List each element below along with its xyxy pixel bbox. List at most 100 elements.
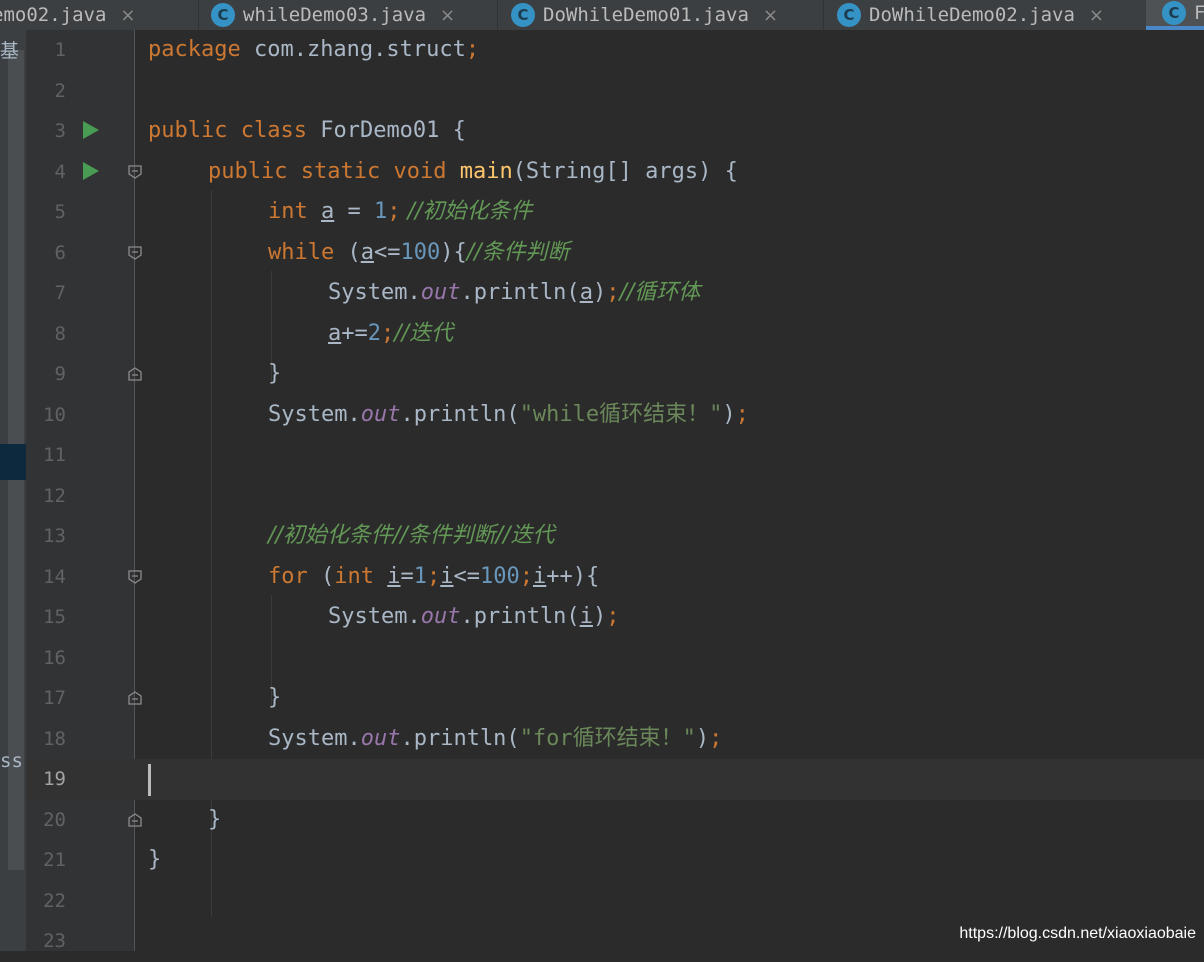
code-line[interactable]: 11 <box>26 435 1204 476</box>
semicolon: ; <box>709 725 723 751</box>
keyword: int <box>334 563 374 589</box>
code-text: } <box>268 361 282 386</box>
tab-demo02[interactable]: emo02.java × <box>0 0 135 30</box>
code-line[interactable]: 22 <box>26 881 1204 922</box>
line-number: 15 <box>43 606 66 628</box>
semicolon: ; <box>606 280 620 305</box>
project-tree-fragment: ss <box>0 750 23 772</box>
code-line[interactable]: 5 int a = 1; //初始化条件 <box>26 192 1204 233</box>
code-text: ){ <box>440 239 467 265</box>
code-line[interactable]: 2 <box>26 71 1204 112</box>
code-text: com.zhang.struct <box>240 37 466 62</box>
fold-end-icon[interactable] <box>127 690 143 706</box>
code-line[interactable]: 6 while (a<=100){//条件判断 <box>26 233 1204 274</box>
fold-collapse-icon[interactable] <box>127 245 143 261</box>
line-number: 9 <box>54 363 66 385</box>
run-gutter-icon[interactable] <box>83 121 99 139</box>
watermark: https://blog.csdn.net/xiaoxiaobaie <box>959 925 1196 942</box>
keyword: static <box>300 158 381 184</box>
semicolon: ; <box>519 563 533 589</box>
class-icon: C <box>211 3 235 27</box>
code-line[interactable]: 3 public class ForDemo01 { <box>26 111 1204 152</box>
code-content: } <box>268 354 281 395</box>
line-number: 4 <box>54 160 66 183</box>
close-tab-icon[interactable]: × <box>120 5 135 26</box>
keyword: package <box>148 37 241 62</box>
code-content: public static void main(String[] args) { <box>208 152 738 193</box>
code-text: } <box>268 685 282 710</box>
tab-dowhiledemo02[interactable]: C DoWhileDemo02.java × <box>837 0 1104 30</box>
tab-dowhiledemo01[interactable]: C DoWhileDemo01.java × <box>511 0 778 30</box>
code-text: ) <box>722 401 736 427</box>
code-line[interactable]: 15 System.out.println(i); <box>26 597 1204 638</box>
number-literal: 2 <box>367 320 381 346</box>
code-line[interactable]: 1 package com.zhang.struct; <box>26 30 1204 71</box>
code-line[interactable]: 16 <box>26 638 1204 679</box>
tab-separator <box>823 0 824 30</box>
tab-whiledemo03[interactable]: C whileDemo03.java × <box>211 0 455 30</box>
static-field: out <box>420 604 461 629</box>
variable: i <box>387 563 401 589</box>
number-literal: 100 <box>480 563 520 589</box>
line-number: 20 <box>43 808 66 831</box>
close-tab-icon[interactable]: × <box>440 5 455 26</box>
line-number: 3 <box>54 120 66 142</box>
code-text: } <box>208 806 222 832</box>
line-number: 7 <box>54 282 66 304</box>
variable: a <box>579 280 593 305</box>
keyword: for <box>268 563 308 589</box>
number-literal: 1 <box>374 199 388 224</box>
tab-label: emo02.java <box>0 4 107 26</box>
editor-tab-bar: emo02.java × C whileDemo03.java × C DoWh… <box>0 0 1204 31</box>
line-number: 22 <box>43 889 66 912</box>
code-line[interactable]: 19 <box>26 759 1204 800</box>
tab-fordemo01-active[interactable]: C F <box>1146 0 1204 30</box>
fold-end-icon[interactable] <box>127 366 143 382</box>
keyword: public <box>208 158 288 184</box>
code-content: System.out.println(a);//循环体 <box>328 273 700 314</box>
run-gutter-icon[interactable] <box>83 161 99 180</box>
variable: a <box>321 199 335 224</box>
tab-label: DoWhileDemo02.java <box>869 4 1075 26</box>
project-panel-edge: 基 ss <box>0 30 26 951</box>
code-line[interactable]: 14 for (int i=1;i<=100;i++){ <box>26 557 1204 598</box>
keyword: while <box>268 239 335 265</box>
keyword: void <box>393 158 447 184</box>
fold-collapse-icon[interactable] <box>127 164 143 180</box>
code-line[interactable]: 10 System.out.println("while循环结束！"); <box>26 395 1204 436</box>
code-line[interactable]: 21} <box>26 840 1204 881</box>
code-line[interactable]: 7 System.out.println(a);//循环体 <box>26 273 1204 314</box>
variable: a <box>360 239 374 265</box>
selected-tree-item[interactable] <box>0 444 26 480</box>
code-content: } <box>208 800 221 841</box>
code-content: int a = 1; //初始化条件 <box>268 192 532 233</box>
code-line[interactable]: 4 public static void main(String[] args) … <box>26 152 1204 193</box>
tab-label: F <box>1194 2 1204 24</box>
line-number: 10 <box>43 403 66 426</box>
code-line[interactable]: 8 a+=2;//迭代 <box>26 314 1204 355</box>
class-icon: C <box>511 3 535 27</box>
close-tab-icon[interactable]: × <box>763 5 778 26</box>
code-line[interactable]: 18 System.out.println("for循环结束！"); <box>26 719 1204 760</box>
close-tab-icon[interactable]: × <box>1089 5 1104 26</box>
code-line[interactable]: 12 <box>26 476 1204 517</box>
line-number: 21 <box>43 849 66 871</box>
fold-end-icon[interactable] <box>127 812 143 828</box>
code-editor[interactable]: 1 package com.zhang.struct; 2 3 public class… <box>26 30 1204 952</box>
method-call: .println( <box>460 604 580 629</box>
code-line[interactable]: 9} <box>26 354 1204 395</box>
class-ref: System. <box>328 280 421 305</box>
line-number: 19 <box>43 768 66 790</box>
code-line[interactable]: 20} <box>26 800 1204 841</box>
variable: i <box>579 604 593 629</box>
code-content: package com.zhang.struct; <box>148 30 479 71</box>
fold-collapse-icon[interactable] <box>127 569 143 585</box>
class-ref: System. <box>328 604 421 629</box>
tab-label: DoWhileDemo01.java <box>543 4 749 26</box>
line-number: 16 <box>43 646 66 669</box>
code-content: System.out.println("while循环结束！"); <box>268 395 749 436</box>
semicolon: ; <box>427 563 441 589</box>
code-line[interactable]: 17} <box>26 678 1204 719</box>
variable: i <box>440 563 454 589</box>
code-line[interactable]: 13 //初始化条件//条件判断//迭代 <box>26 516 1204 557</box>
